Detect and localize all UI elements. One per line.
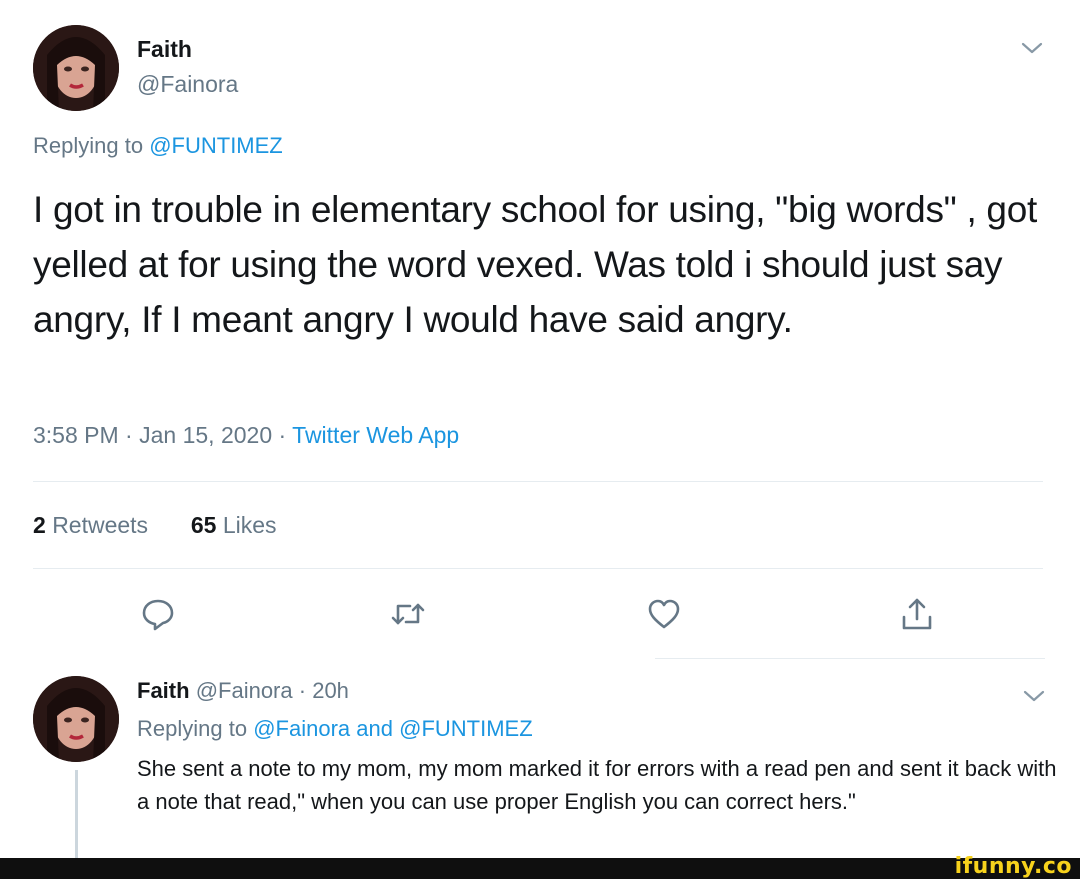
likes-stat[interactable]: 65 Likes [191, 512, 277, 538]
tweet-stats: 2 Retweets 65 Likes [33, 512, 277, 539]
likes-label: Likes [222, 512, 277, 538]
like-icon [648, 599, 680, 629]
chevron-down-icon[interactable] [1022, 688, 1046, 704]
watermark-bar: ifunny.co [0, 854, 1080, 879]
separator: · [278, 422, 287, 448]
separator: · [125, 422, 133, 448]
separator: · [298, 678, 307, 703]
replying-to-link[interactable]: @FUNTIMEZ [399, 716, 533, 741]
chevron-down-icon[interactable] [1020, 40, 1044, 56]
replying-to-link[interactable]: @FUNTIMEZ [149, 133, 283, 158]
tweet-text: I got in trouble in elementary school fo… [33, 189, 1037, 340]
retweets-stat[interactable]: 2 Retweets [33, 512, 148, 538]
avatar-photo [33, 676, 119, 762]
tweet-source[interactable]: Twitter Web App [292, 422, 459, 448]
author-name[interactable]: Faith [137, 36, 192, 63]
avatar[interactable] [33, 25, 119, 111]
divider [33, 568, 1043, 569]
watermark-logo: ifunny.co [954, 854, 1072, 879]
author-handle[interactable]: @Fainora [137, 71, 238, 98]
reply-icon [142, 599, 174, 631]
divider [655, 658, 1045, 659]
replying-prefix: Replying to [33, 133, 144, 158]
reply-author-name[interactable]: Faith [137, 678, 190, 703]
tweet-date[interactable]: Jan 15, 2020 [139, 422, 272, 448]
share-icon [902, 598, 932, 630]
replying-to-link[interactable]: @Fainora [253, 716, 350, 741]
tweet-meta: 3:58 PM · Jan 15, 2020 · Twitter Web App [33, 422, 459, 449]
reply-replying-to: Replying to @Fainora and @FUNTIMEZ [137, 716, 533, 742]
divider [33, 481, 1043, 482]
replying-prefix: Replying to [137, 716, 248, 741]
like-button[interactable] [645, 595, 683, 633]
retweets-count: 2 [33, 512, 46, 538]
reply-avatar[interactable] [33, 676, 119, 762]
tweet-screenshot: Faith @Fainora Replying to @FUNTIMEZ I g… [0, 0, 1080, 879]
replying-and: and [356, 716, 393, 741]
thread-line [75, 770, 78, 860]
reply-text: She sent a note to my mom, my mom marked… [137, 756, 1057, 814]
reply-author-handle[interactable]: @Fainora [196, 678, 293, 703]
retweet-icon [391, 603, 425, 625]
reply-age[interactable]: 20h [312, 678, 349, 703]
retweets-label: Retweets [52, 512, 149, 538]
tweet-time[interactable]: 3:58 PM [33, 422, 119, 448]
replying-to: Replying to @FUNTIMEZ [33, 133, 283, 159]
avatar-photo [33, 25, 119, 111]
retweet-button[interactable] [389, 595, 427, 633]
share-button[interactable] [898, 595, 936, 633]
reply-header: Faith @Fainora · 20h [137, 678, 349, 704]
likes-count: 65 [190, 512, 217, 538]
reply-button[interactable] [139, 595, 177, 633]
